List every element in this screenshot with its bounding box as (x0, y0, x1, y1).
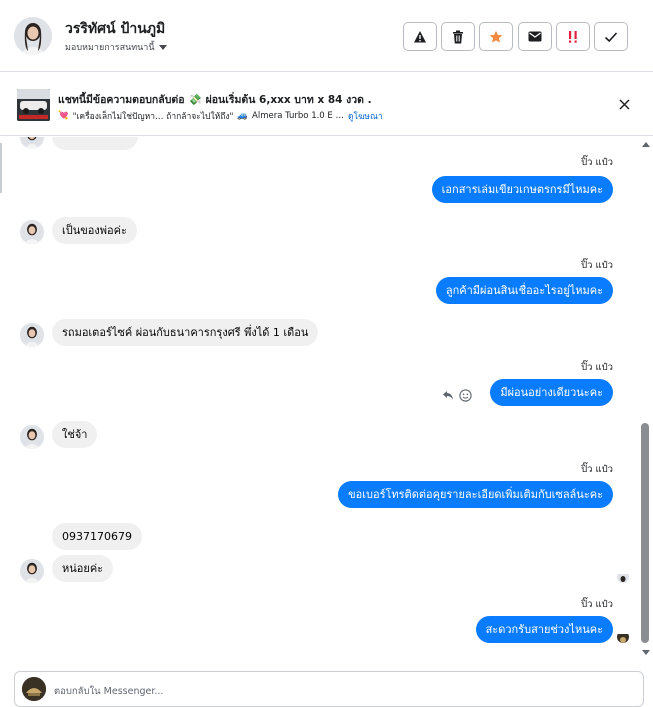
sender-label: ปิ๊ว แป๋ว (581, 362, 613, 373)
contact-avatar-small (20, 137, 44, 149)
money-emoji-icon: 💸 (188, 94, 202, 106)
contact-avatar-small (20, 559, 44, 583)
follow-up-icon (569, 30, 577, 43)
ad-title-rest: ผ่อนเริ่มต้น 6,xxx บาท x 84 งวด . (205, 94, 372, 106)
contact-avatar[interactable] (14, 17, 52, 55)
assign-label: มอบหมายการสนทนานี้ (65, 43, 155, 53)
close-icon (619, 99, 629, 109)
outgoing-message[interactable]: ลูกค้ามีผ่อนสินเชื่ออะไรอยู่ไหมคะ (435, 277, 613, 304)
contact-avatar-small (20, 425, 44, 449)
mark-unread-button[interactable] (518, 22, 552, 51)
trash-icon (453, 30, 463, 43)
ad-title: แชทนี้มีข้อความตอบกลับต่อ 💸 ผ่อนเริ่มต้น… (58, 91, 372, 108)
reply-icon[interactable] (442, 390, 454, 401)
ad-subtitle-text-2: Almera Turbo 1.0 E … (252, 111, 344, 121)
ad-title-text: แชทนี้มีข้อความตอบกลับต่อ (58, 94, 185, 106)
outgoing-message[interactable]: สะดวกรับสายช่วงไหนคะ (475, 616, 613, 643)
sender-label: ปิ๊ว แป๋ว (581, 599, 613, 610)
ad-thumbnail[interactable] (17, 89, 50, 121)
sender-label: ปิ๊ว แป๋ว (581, 260, 613, 271)
delete-button[interactable] (441, 22, 475, 51)
mail-icon (528, 31, 542, 42)
ad-subtitle: 💘 "เครื่องเล็กไม่ใช่ปัญหา… ถ้ากล้าจะไปให… (58, 109, 383, 123)
follow-up-button[interactable] (556, 22, 590, 51)
caret-down-icon (158, 44, 167, 50)
sender-label: ปิ๊ว แป๋ว (581, 464, 613, 475)
message-bubble-partial (52, 137, 138, 150)
contact-avatar-small (20, 220, 44, 244)
ad-reply-banner: แชทนี้มีข้อความตอบกลับต่อ 💸 ผ่อนเริ่มต้น… (0, 73, 653, 136)
incoming-message[interactable]: หน่อยค่ะ (52, 555, 114, 582)
reply-input[interactable] (54, 684, 614, 698)
mark-spam-button[interactable] (403, 22, 437, 51)
contact-avatar-small (20, 323, 44, 347)
outgoing-message[interactable]: เอกสารเล่มเขียวเกษตรกรมีไหมคะ (431, 176, 613, 203)
seen-receipt-avatar (617, 571, 629, 583)
contact-name[interactable]: วรริทัศน์ ป้านภูมิ (65, 18, 165, 40)
heart-emoji-icon: 💘 (58, 111, 69, 121)
scrollbar-thumb[interactable] (641, 423, 649, 643)
scroll-down-arrow-icon[interactable] (642, 650, 650, 655)
view-ad-link[interactable]: ดูโฆษณา (348, 109, 383, 123)
star-button[interactable] (479, 22, 513, 51)
ad-subtitle-text: "เครื่องเล็กไม่ใช่ปัญหา… ถ้ากล้าจะไปให้ถ… (72, 112, 234, 122)
car-emoji-icon: 🚙 (237, 111, 249, 121)
check-icon (604, 31, 618, 42)
page-seen-avatar (617, 631, 629, 643)
outgoing-message[interactable]: ขอเบอร์โทรติดต่อคุยรายละเอียดเพิ่มเติมกั… (338, 481, 613, 508)
incoming-message[interactable]: ใช่จ้า (52, 421, 98, 448)
incoming-message[interactable]: เป็นของพ่อค่ะ (52, 217, 137, 244)
message-hover-actions (442, 389, 472, 402)
scroll-up-arrow-icon[interactable] (642, 142, 650, 147)
outgoing-message[interactable]: มีผ่อนอย่างเดียวนะคะ (490, 379, 613, 406)
message-thread[interactable]: ปิ๊ว แป๋ว เอกสารเล่มเขียวเกษตรกรมีไหมคะ … (0, 137, 653, 667)
star-icon (489, 30, 503, 43)
close-banner-button[interactable] (614, 94, 634, 114)
page-avatar (22, 677, 46, 701)
assign-conversation-dropdown[interactable]: มอบหมายการสนทนานี้ (65, 40, 167, 54)
smiley-icon[interactable] (459, 389, 472, 402)
mark-done-button[interactable] (594, 22, 628, 51)
conversation-header: วรริทัศน์ ป้านภูมิ มอบหมายการสนทนานี้ (0, 0, 653, 72)
incoming-message[interactable]: รถมอเตอร์ไซค์ ผ่อนกับธนาคารกรุงศรี พึ่งไ… (52, 319, 319, 346)
sender-label: ปิ๊ว แป๋ว (581, 157, 613, 168)
incoming-message[interactable]: 0937170679 (52, 523, 142, 550)
warning-icon (414, 30, 426, 42)
